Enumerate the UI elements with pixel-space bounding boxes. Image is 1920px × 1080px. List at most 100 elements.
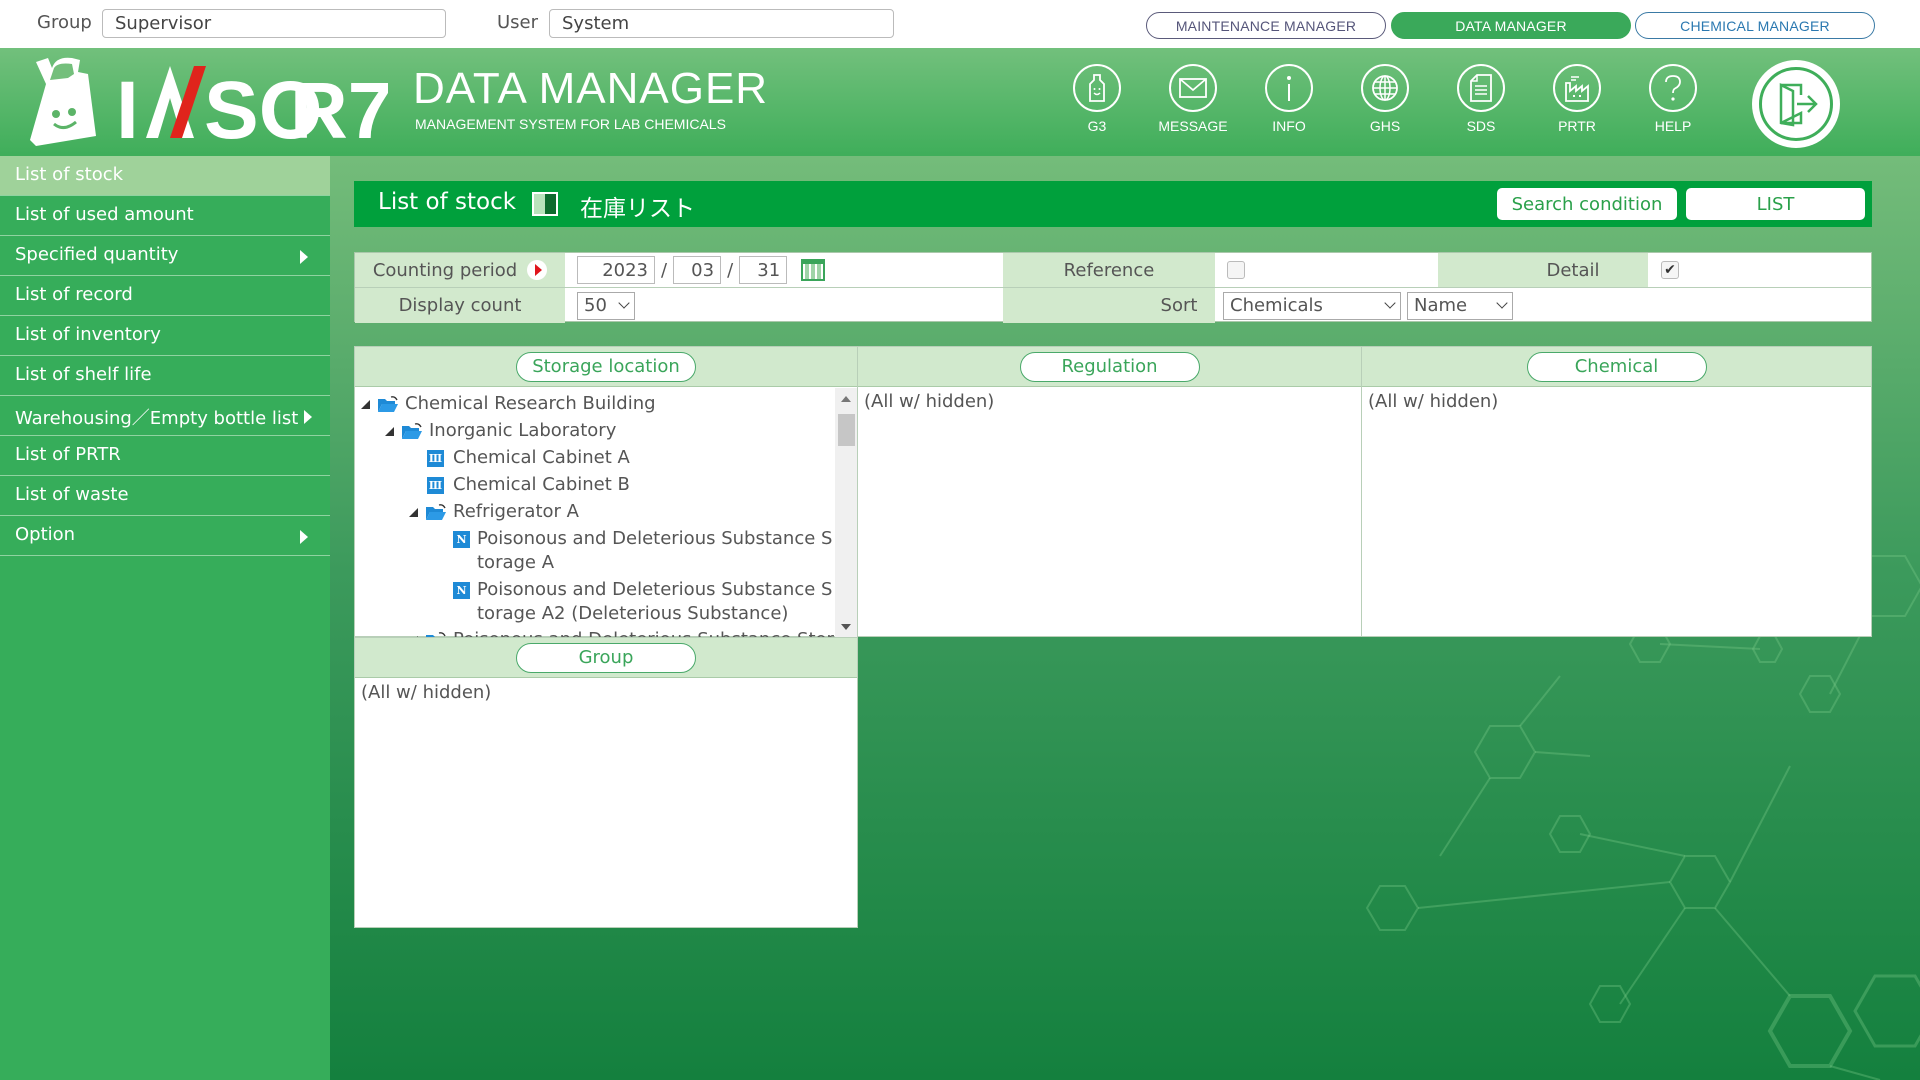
sidebar-item-list-of-stock[interactable]: List of stock xyxy=(0,156,330,196)
detail-checkbox[interactable]: ✔ xyxy=(1661,261,1679,279)
counting-period-cell: Counting period xyxy=(355,253,565,287)
globe-icon xyxy=(1361,64,1409,112)
detail-value-cell: ✔ xyxy=(1661,253,1861,287)
info-button[interactable]: INFO xyxy=(1249,64,1329,134)
chemical-value[interactable]: (All w/ hidden) xyxy=(1362,387,1871,416)
page-title-ja: 在庫リスト xyxy=(580,196,695,222)
chevron-right-icon xyxy=(300,530,308,544)
sidebar-item-label: List of record xyxy=(15,284,133,305)
sidebar-item-list-of-prtr[interactable]: List of PRTR xyxy=(0,436,330,476)
chevron-down-icon xyxy=(1496,297,1508,309)
chevron-down-icon xyxy=(1384,297,1396,309)
svg-text:I: I xyxy=(116,65,137,150)
tree-node[interactable]: Ⅲ Chemical Cabinet B xyxy=(427,473,841,499)
sidebar-item-list-of-inventory[interactable]: List of inventory xyxy=(0,316,330,356)
tree-node[interactable]: Ⅲ Chemical Cabinet A xyxy=(427,446,841,472)
app-header: I SO R7 DATA MANAGER MANAGEMENT SYSTEM F… xyxy=(0,48,1920,156)
sidebar-item-label: Option xyxy=(15,524,76,545)
chemical-manager-button[interactable]: CHEMICAL MANAGER xyxy=(1635,12,1875,39)
regulation-panel: Regulation (All w/ hidden) xyxy=(857,346,1362,637)
sidebar-item-label: List of PRTR xyxy=(15,444,121,465)
scroll-down-icon[interactable] xyxy=(841,624,851,630)
month-input[interactable]: 03 xyxy=(673,256,722,284)
filter-form: Counting period 2023 / 03 / 31 Reference… xyxy=(354,252,1872,323)
tree-node[interactable]: Inorganic Laboratory xyxy=(385,419,841,445)
info-icon xyxy=(1265,64,1313,112)
open-folder-icon xyxy=(402,423,422,439)
year-input[interactable]: 2023 xyxy=(577,256,655,284)
scroll-thumb[interactable] xyxy=(838,414,855,446)
reference-value-cell xyxy=(1227,253,1427,287)
help-button[interactable]: HELP xyxy=(1633,64,1713,134)
expand-triangle-icon[interactable] xyxy=(361,400,370,409)
sort-value-cell: Chemicals Name xyxy=(1223,288,1863,323)
top-bar: Group Supervisor User System MAINTENANCE… xyxy=(0,0,1920,48)
day-input[interactable]: 31 xyxy=(739,256,788,284)
expand-triangle-icon[interactable] xyxy=(385,427,394,436)
cabinet-icon: Ⅲ xyxy=(427,450,444,467)
factory-icon xyxy=(1553,64,1601,112)
bottle-icon xyxy=(1073,64,1121,112)
message-button[interactable]: MESSAGE xyxy=(1153,64,1233,134)
display-count-select[interactable]: 50 xyxy=(577,291,635,320)
tree-scrollbar[interactable] xyxy=(835,388,857,638)
page-title-bar: List of stock 在庫リスト Search condition LIS… xyxy=(354,181,1872,227)
scroll-up-icon[interactable] xyxy=(841,396,851,402)
tree-node[interactable]: Refrigerator A xyxy=(409,500,841,526)
sidebar-item-label: List of inventory xyxy=(15,324,161,345)
sidebar-item-list-of-waste[interactable]: List of waste xyxy=(0,476,330,516)
regulation-value[interactable]: (All w/ hidden) xyxy=(858,387,1361,416)
display-count-cell: Display count xyxy=(355,288,565,323)
group-label: Group xyxy=(37,12,92,33)
g3-button[interactable]: G3 xyxy=(1057,64,1137,134)
chevron-right-icon xyxy=(304,410,312,424)
sort-secondary-select[interactable]: Name xyxy=(1407,291,1513,320)
cabinet-icon: Ⅲ xyxy=(427,477,444,494)
storage-location-button[interactable]: Storage location xyxy=(516,351,696,382)
prtr-label: PRTR xyxy=(1558,118,1596,134)
chevron-down-icon xyxy=(618,297,630,309)
logout-button[interactable] xyxy=(1752,60,1840,148)
play-arrow-icon[interactable] xyxy=(527,260,548,280)
search-condition-button[interactable]: Search condition xyxy=(1497,188,1677,220)
sidebar-item-label: List of stock xyxy=(15,164,124,185)
sidebar-item-label: Warehousing／Empty bottle list xyxy=(15,408,299,429)
sidebar-item-list-of-record[interactable]: List of record xyxy=(0,276,330,316)
question-icon xyxy=(1649,64,1697,112)
tree-node[interactable]: N Poisonous and Deleterious Substance S … xyxy=(453,527,843,577)
group-panel: Group (All w/ hidden) xyxy=(354,637,858,928)
sds-button[interactable]: SDS xyxy=(1441,64,1521,134)
tree-node[interactable]: N Poisonous and Deleterious Substance S … xyxy=(453,578,843,628)
prtr-button[interactable]: PRTR xyxy=(1537,64,1617,134)
sidebar-item-list-of-shelf-life[interactable]: List of shelf life xyxy=(0,356,330,396)
regulation-button[interactable]: Regulation xyxy=(1019,351,1200,382)
sidebar-item-warehousing[interactable]: Warehousing／Empty bottle list xyxy=(0,396,330,436)
storage-location-panel: Storage location Chemical Research Build… xyxy=(354,346,858,638)
user-field[interactable]: System xyxy=(549,9,894,38)
sidebar-item-specified-quantity[interactable]: Specified quantity xyxy=(0,236,330,276)
sidebar-item-option[interactable]: Option xyxy=(0,516,330,556)
poison-storage-icon: N xyxy=(453,582,470,599)
group-value[interactable]: (All w/ hidden) xyxy=(355,678,857,707)
sidebar-item-label: List of used amount xyxy=(15,204,194,225)
sds-label: SDS xyxy=(1466,118,1496,134)
maintenance-manager-button[interactable]: MAINTENANCE MANAGER xyxy=(1146,12,1386,39)
manual-book-icon[interactable] xyxy=(532,192,558,216)
group-button[interactable]: Group xyxy=(516,642,696,673)
sort-label: Sort xyxy=(1160,295,1198,316)
chemical-button[interactable]: Chemical xyxy=(1526,351,1707,382)
data-manager-button[interactable]: DATA MANAGER xyxy=(1391,12,1631,39)
group-field[interactable]: Supervisor xyxy=(102,9,446,38)
reference-checkbox[interactable] xyxy=(1227,261,1245,279)
sort-primary-select[interactable]: Chemicals xyxy=(1223,291,1401,320)
tree-node[interactable]: Chemical Research Building xyxy=(361,392,841,418)
expand-triangle-icon[interactable] xyxy=(409,508,418,517)
tree-node-label: Chemical Research Building xyxy=(405,393,656,414)
ghs-button[interactable]: GHS xyxy=(1345,64,1425,134)
sidebar-item-list-of-used-amount[interactable]: List of used amount xyxy=(0,196,330,236)
calendar-icon[interactable] xyxy=(801,259,826,281)
display-count-value: 50 xyxy=(584,295,607,316)
list-button[interactable]: LIST xyxy=(1686,188,1865,220)
detail-cell: Detail xyxy=(1438,253,1648,287)
date-separator: / xyxy=(727,259,734,281)
